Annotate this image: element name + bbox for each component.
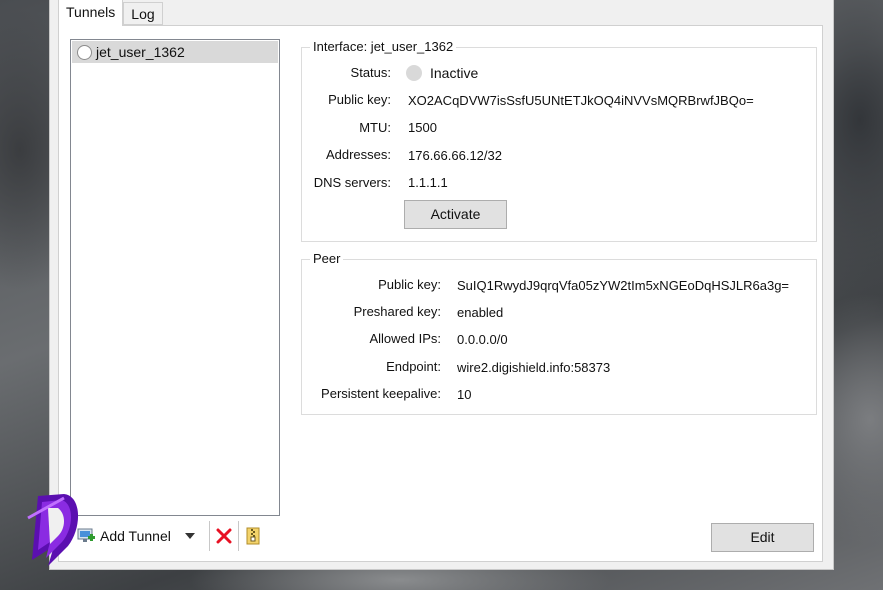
edit-button[interactable]: Edit <box>711 523 814 552</box>
status-text: Inactive <box>430 65 479 81</box>
add-tunnel-dropdown-arrow[interactable] <box>184 533 195 539</box>
peer-title: Peer <box>310 251 344 266</box>
addresses-value: 176.66.66.12/32 <box>408 148 502 163</box>
dns-servers-label: DNS servers: <box>313 175 391 190</box>
tunnels-panel: jet_user_1362 Add Tunnel Interface: jet_… <box>58 25 823 562</box>
tunnel-list[interactable]: jet_user_1362 <box>70 39 280 516</box>
public-key-label: Public key: <box>328 92 391 107</box>
toolbar-separator <box>208 521 210 551</box>
public-key-value: XO2ACqDVW7isSsfU5UNtETJkOQ4iNVVsMQRBrwfJ… <box>408 93 754 108</box>
tunnel-toolbar: Add Tunnel <box>77 521 261 551</box>
tunnel-list-item[interactable]: jet_user_1362 <box>72 41 278 63</box>
tunnel-name: jet_user_1362 <box>96 44 185 60</box>
delete-x-icon <box>216 528 232 544</box>
wireguard-window: Tunnels Log jet_user_1362 Add Tunnel Int… <box>49 0 834 570</box>
interface-title: Interface: jet_user_1362 <box>310 39 457 54</box>
preshared-key-label: Preshared key: <box>353 304 441 319</box>
inactive-status-icon <box>406 65 422 81</box>
export-tunnels-button[interactable] <box>245 521 261 551</box>
peer-public-key-label: Public key: <box>378 277 441 292</box>
peer-public-key-value: SuIQ1RwydJ9qrqVfa05zYW2tIm5xNGEoDqHSJLR6… <box>457 278 790 293</box>
status-value: Inactive <box>406 64 478 82</box>
add-tunnel-label: Add Tunnel <box>100 528 171 544</box>
add-tunnel-button[interactable]: Add Tunnel <box>77 521 171 551</box>
dns-servers-value: 1.1.1.1 <box>408 175 448 190</box>
allowed-ips-label: Allowed IPs: <box>369 331 441 346</box>
status-label: Status: <box>350 65 391 80</box>
persistent-keepalive-value: 10 <box>457 387 472 402</box>
status-circle-icon <box>77 44 92 60</box>
tab-tunnels[interactable]: Tunnels <box>58 0 124 26</box>
tab-log[interactable]: Log <box>123 2 163 25</box>
mtu-value: 1500 <box>408 120 437 135</box>
addresses-label: Addresses: <box>325 147 391 162</box>
allowed-ips-value: 0.0.0.0/0 <box>457 332 508 347</box>
zip-archive-icon <box>246 527 260 545</box>
toolbar-separator <box>237 521 239 551</box>
activate-button[interactable]: Activate <box>404 200 507 229</box>
endpoint-value: wire2.digishield.info:58373 <box>457 360 611 375</box>
preshared-key-value: enabled <box>457 305 504 320</box>
delete-tunnel-button[interactable] <box>216 521 232 551</box>
tab-bar: Tunnels Log <box>58 0 163 26</box>
persistent-keepalive-label: Persistent keepalive: <box>321 386 441 401</box>
d-logo-icon <box>27 494 79 566</box>
mtu-label: MTU: <box>359 120 391 135</box>
endpoint-label: Endpoint: <box>386 359 441 374</box>
